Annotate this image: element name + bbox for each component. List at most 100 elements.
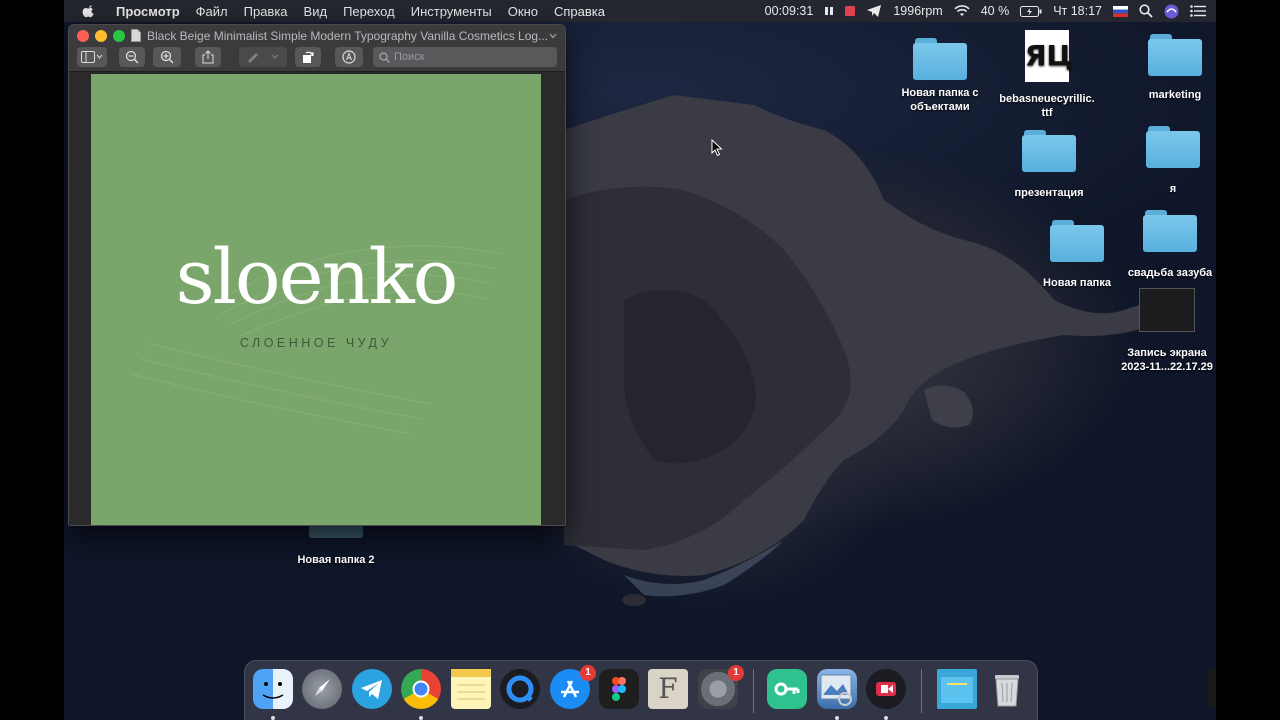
sidebar-toggle-button[interactable] [77, 47, 107, 67]
siri-icon[interactable] [1164, 4, 1179, 19]
logo-wordmark: sloenko [175, 232, 459, 321]
desktop-item-label: Новая папка с объектами [901, 87, 979, 113]
chevron-down-icon[interactable] [549, 33, 557, 39]
stop-record-icon[interactable] [845, 6, 856, 16]
preview-window: Black Beige Minimalist Simple Modern Typ… [68, 24, 566, 526]
desktop: Просмотр Файл Правка Вид Переход Инструм… [64, 0, 1216, 720]
folder-icon [1143, 210, 1197, 252]
menu-file[interactable]: Файл [188, 4, 236, 19]
pause-icon[interactable] [824, 6, 834, 16]
screen-recorder-icon[interactable] [866, 669, 906, 709]
quicktime-icon[interactable] [500, 669, 540, 709]
clock[interactable]: Чт 18:17 [1053, 4, 1102, 18]
folder-icon [1146, 126, 1200, 168]
desktop-item-label: презентация [1014, 187, 1084, 199]
fan-speed[interactable]: 1996rpm [893, 4, 942, 18]
minimize-window-button[interactable] [95, 30, 107, 42]
share-button[interactable] [195, 47, 221, 67]
sidebar-icon [81, 51, 103, 63]
desktop-folder-new-with-objects[interactable]: Новая папка с объектами [892, 38, 988, 114]
finder-icon[interactable] [253, 669, 293, 709]
desktop-item-label: Новая папка [1043, 277, 1111, 289]
desktop-folder-new[interactable]: Новая папка [1030, 220, 1124, 290]
running-indicator [884, 716, 888, 720]
desktop-item-label: marketing [1148, 89, 1202, 101]
menu-go[interactable]: Переход [335, 4, 403, 19]
menu-window[interactable]: Окно [500, 4, 546, 19]
apple-menu-icon[interactable] [82, 4, 96, 18]
folder-icon [1148, 34, 1202, 76]
window-toolbar: Поиск [69, 47, 565, 72]
zoom-out-button[interactable] [119, 47, 145, 67]
zoom-in-icon [160, 50, 174, 64]
document-page: sloenko СЛОЕННОЕ ЧУДУ [91, 74, 541, 525]
spotlight-search-icon[interactable] [1139, 4, 1153, 18]
dock-separator [753, 669, 754, 713]
menu-tools[interactable]: Инструменты [403, 4, 500, 19]
fontbook-icon[interactable]: F [648, 669, 688, 709]
markup-icon [342, 50, 356, 64]
russian-flag-icon[interactable] [1113, 5, 1128, 17]
preview-icon[interactable] [817, 669, 857, 709]
rotate-icon [303, 51, 314, 63]
dock: 1 F 1 [244, 660, 1038, 720]
mouse-cursor-icon [711, 139, 723, 157]
telegram-status-icon[interactable] [866, 4, 882, 18]
desktop-item-label: Запись экрана 2023-11...22.17.29 [1121, 347, 1213, 373]
rotate-button[interactable] [295, 47, 321, 67]
markup-button[interactable] [335, 47, 363, 67]
scroll-handle[interactable] [1208, 668, 1216, 708]
search-icon [379, 51, 390, 63]
desktop-font-file[interactable]: ЯЦ bebasneuecyrillic. ttf [994, 30, 1100, 120]
menu-help[interactable]: Справка [546, 4, 613, 19]
telegram-icon[interactable] [352, 669, 392, 709]
desktop-item-label: bebasneuecyrillic. ttf [999, 93, 1095, 119]
search-placeholder: Поиск [394, 51, 425, 63]
status-area: 00:09:31 1996rpm 40 % Чт 18:17 [765, 0, 1206, 22]
dock-separator [921, 669, 922, 713]
menu-edit[interactable]: Правка [236, 4, 296, 19]
folder-icon [1022, 130, 1076, 172]
chrome-icon[interactable] [401, 669, 441, 709]
notification-badge: 1 [728, 665, 744, 681]
battery-icon[interactable] [1020, 5, 1042, 17]
close-window-button[interactable] [77, 30, 89, 42]
figma-icon[interactable] [599, 669, 639, 709]
menu-app-name[interactable]: Просмотр [108, 4, 188, 19]
downloads-stack-icon[interactable] [937, 669, 977, 709]
menu-bar: Просмотр Файл Правка Вид Переход Инструм… [64, 0, 1216, 22]
notification-badge: 1 [580, 665, 596, 681]
desktop-screen-recording-file[interactable]: Запись экрана 2023-11...22.17.29 [1114, 288, 1216, 374]
running-indicator [835, 716, 839, 720]
zoom-window-button[interactable] [113, 30, 125, 42]
desktop-item-label: я [1169, 183, 1177, 195]
folder-icon [913, 38, 967, 80]
zoom-in-button[interactable] [153, 47, 181, 67]
notification-center-icon[interactable] [1190, 5, 1206, 17]
desktop-folder-new-2[interactable]: Новая папка 2 [286, 522, 386, 567]
app-store-icon[interactable]: 1 [550, 665, 596, 709]
notes-icon[interactable] [451, 669, 491, 709]
menu-view[interactable]: Вид [296, 4, 336, 19]
document-viewport[interactable]: sloenko СЛОЕННОЕ ЧУДУ [69, 72, 565, 525]
battery-percent[interactable]: 40 % [981, 4, 1010, 18]
desktop-folder-presentation[interactable]: презентация [1002, 130, 1096, 200]
wifi-icon[interactable] [954, 5, 970, 17]
launchpad-icon[interactable] [302, 669, 342, 709]
share-icon [202, 50, 214, 64]
vpn-key-icon[interactable] [767, 669, 807, 709]
running-indicator [271, 716, 275, 720]
system-preferences-icon[interactable]: 1 [698, 665, 744, 709]
trash-icon[interactable] [987, 669, 1027, 709]
desktop-folder-marketing[interactable]: marketing [1128, 34, 1216, 102]
window-title: Black Beige Minimalist Simple Modern Typ… [147, 29, 549, 43]
pen-icon [248, 53, 279, 63]
markup-pen-button[interactable] [239, 47, 287, 67]
desktop-folder-ya[interactable]: я [1126, 126, 1216, 196]
font-file-icon: ЯЦ [1025, 30, 1073, 82]
desktop-item-label: Новая папка 2 [297, 554, 375, 566]
running-indicator [419, 716, 423, 720]
desktop-folder-wedding[interactable]: свадьба зазуба [1120, 210, 1216, 280]
window-titlebar[interactable]: Black Beige Minimalist Simple Modern Typ… [69, 25, 565, 47]
search-field[interactable]: Поиск [373, 47, 557, 67]
